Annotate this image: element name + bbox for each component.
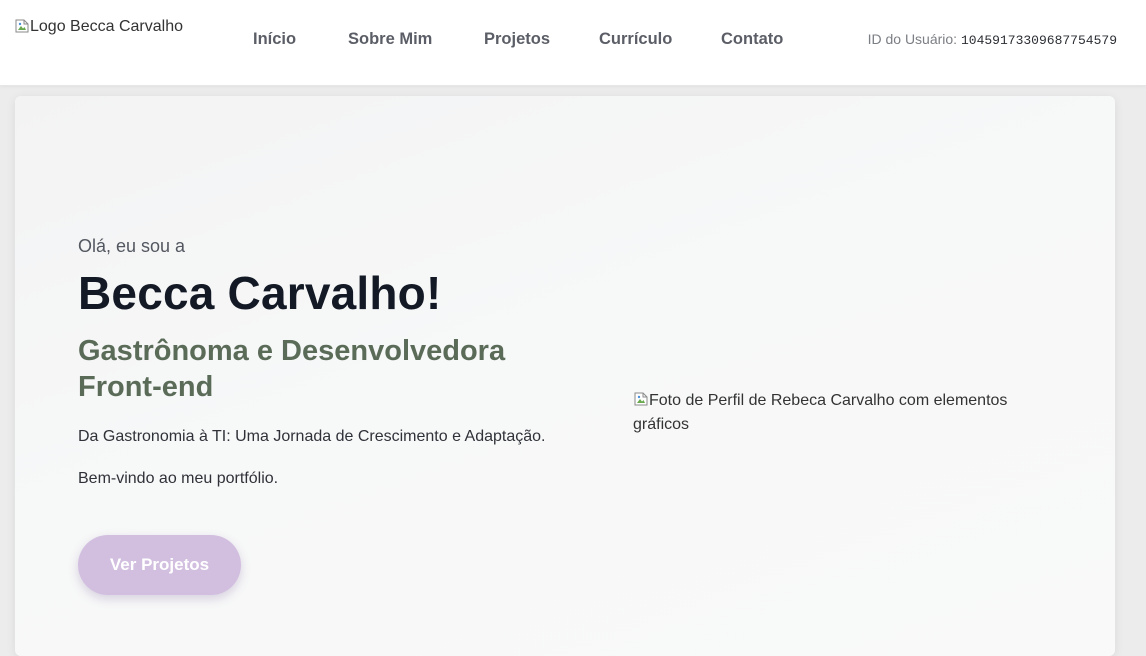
user-id-value: 10459173309687754579 (960, 33, 1117, 48)
hero-name: Becca Carvalho! (78, 267, 442, 319)
hero-greeting: Olá, eu sou a (78, 236, 186, 256)
hero-welcome: Bem-vindo ao meu portfólio. (78, 470, 279, 487)
nav-item-inicio[interactable]: Início (253, 29, 348, 49)
hero-tagline: Da Gastronomia à TI: Uma Jornada de Cres… (78, 428, 546, 445)
logo-link[interactable]: Logo Becca Carvalho (14, 17, 183, 36)
nav-item-curriculo[interactable]: Currículo (599, 29, 721, 49)
profile-photo: Foto de Perfil de Rebeca Carvalho com el… (633, 389, 1033, 437)
broken-image-icon (14, 18, 30, 34)
logo-alt-text: Logo Becca Carvalho (30, 18, 183, 35)
hero-section: Olá, eu sou a Becca Carvalho! Gastrônoma… (15, 96, 1115, 656)
view-projects-button[interactable]: Ver Projetos (78, 535, 241, 595)
site-header: Logo Becca Carvalho Início Sobre Mim Pro… (0, 0, 1146, 86)
profile-photo-alt-text: Foto de Perfil de Rebeca Carvalho com el… (633, 392, 1008, 433)
hero-role: Gastrônoma e Desenvolvedora Front-end (78, 335, 506, 403)
broken-image-icon (633, 391, 649, 407)
user-id-label: ID do Usuário: (867, 31, 958, 47)
nav-item-projetos[interactable]: Projetos (484, 29, 599, 49)
user-id-display: ID do Usuário: 10459173309687754579 (868, 30, 1117, 50)
nav-item-contato[interactable]: Contato (721, 29, 783, 49)
main-nav: Início Sobre Mim Projetos Currículo Cont… (253, 29, 783, 49)
nav-item-sobre-mim[interactable]: Sobre Mim (348, 29, 484, 49)
hero-intro: Olá, eu sou a Becca Carvalho! Gastrônoma… (78, 234, 548, 595)
